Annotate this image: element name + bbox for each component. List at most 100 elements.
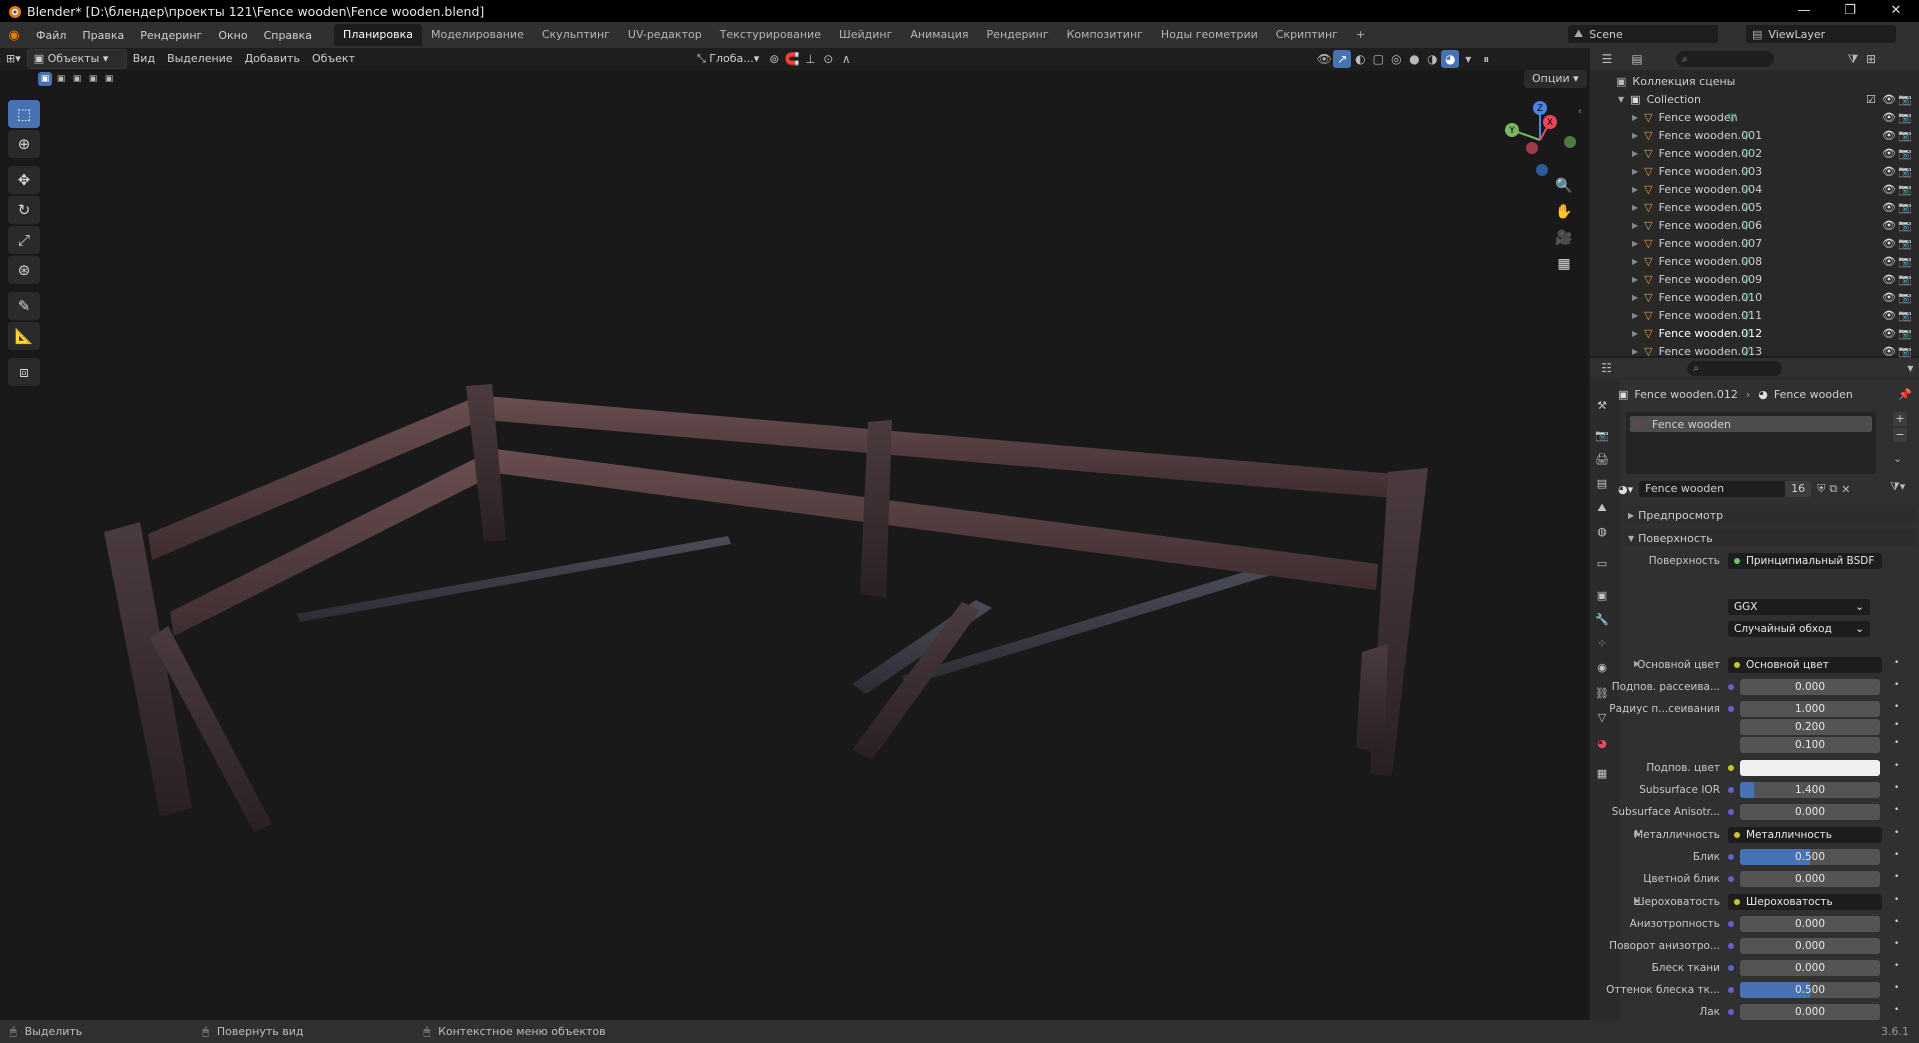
- world-tab-icon[interactable]: ◍: [1594, 524, 1610, 540]
- expand-link-icon[interactable]: ▶: [1634, 829, 1640, 838]
- outliner-object-row[interactable]: ▶ ▽ Fence wooden.006 ▽ 👁 📷: [1590, 216, 1919, 234]
- shading-wireframe-icon[interactable]: ◎: [1387, 50, 1405, 68]
- properties-editor-type-icon[interactable]: ☷: [1598, 359, 1615, 377]
- outliner-object-row[interactable]: ▶ ▽ Fence wooden.007 ▽ 👁 📷: [1590, 234, 1919, 252]
- node-link-icon[interactable]: ⧩▾: [1890, 480, 1905, 494]
- numeric-slider[interactable]: 0.000: [1740, 679, 1880, 695]
- shading-material-icon[interactable]: ◑: [1423, 50, 1441, 68]
- keyframe-dot-icon[interactable]: •: [1894, 783, 1899, 793]
- shading-solid-icon[interactable]: ●: [1405, 50, 1423, 68]
- visibility-eye-icon[interactable]: 👁: [1882, 237, 1896, 250]
- menu-object[interactable]: Объект: [306, 50, 361, 68]
- collection-render-icon[interactable]: 📷: [1898, 93, 1912, 106]
- cursor-tool[interactable]: ⊕: [8, 130, 40, 158]
- sidebar-toggle-icon[interactable]: ‹: [1578, 106, 1582, 117]
- tab-animation[interactable]: Анимация: [901, 24, 977, 46]
- expand-arrow-icon[interactable]: ▶: [1632, 239, 1638, 248]
- expand-arrow-icon[interactable]: ▶: [1632, 221, 1638, 230]
- numeric-slider[interactable]: 1.400: [1740, 782, 1880, 798]
- numeric-slider[interactable]: 0.000: [1740, 938, 1880, 954]
- keyframe-dot-icon[interactable]: •: [1894, 1005, 1899, 1015]
- unlink-material-icon[interactable]: ✕: [1841, 483, 1850, 496]
- duplicate-material-icon[interactable]: ⧉: [1829, 482, 1837, 496]
- outliner-object-row[interactable]: ▶ ▽ Fence wooden.003 ▽ 👁 📷: [1590, 162, 1919, 180]
- outliner-object-row[interactable]: ▶ ▽ Fence wooden.001 ▽ 👁 📷: [1590, 126, 1919, 144]
- visibility-eye-icon[interactable]: 👁: [1882, 273, 1896, 286]
- expand-link-icon[interactable]: ▶: [1634, 896, 1640, 905]
- properties-options-icon[interactable]: ▾: [1902, 359, 1919, 377]
- keyframe-dot-icon[interactable]: •: [1894, 805, 1899, 815]
- rotate-tool[interactable]: ↻: [8, 196, 40, 224]
- scene-selector[interactable]: ⛰ Scene: [1568, 25, 1718, 43]
- expand-arrow-icon[interactable]: ▶: [1632, 257, 1638, 266]
- expand-arrow-icon[interactable]: ▶: [1632, 347, 1638, 356]
- 3d-viewport[interactable]: ▣ ▣ ▣ ▣ ▣ Опции ▾ ⬚ ⊕ ✥ ↻ ⤢ ⊛ ✎ 📐 ⧈ Z Y …: [0, 70, 1588, 1020]
- tab-geometry-nodes[interactable]: Ноды геометрии: [1152, 24, 1267, 46]
- render-camera-icon[interactable]: 📷: [1898, 255, 1912, 268]
- filter-icon[interactable]: ⧩: [1844, 50, 1862, 68]
- visibility-eye-icon[interactable]: 👁: [1882, 255, 1896, 268]
- overlay-toggle-icon[interactable]: ◐: [1351, 50, 1369, 68]
- gizmo-neg-z[interactable]: [1536, 164, 1548, 176]
- visibility-eye-icon[interactable]: 👁: [1882, 327, 1896, 340]
- navigation-gizmo[interactable]: Z Y X: [1500, 100, 1580, 180]
- numeric-slider[interactable]: 0.500: [1740, 982, 1880, 998]
- surface-panel-header[interactable]: ▼ Поверхность: [1624, 529, 1916, 547]
- render-camera-icon[interactable]: 📷: [1898, 165, 1912, 178]
- keyframe-dot-icon[interactable]: •: [1894, 961, 1899, 971]
- material-slot-row[interactable]: Fence wooden: [1630, 416, 1872, 432]
- move-tool[interactable]: ✥: [8, 166, 40, 194]
- editor-type-button[interactable]: ⊞▾: [0, 50, 27, 68]
- pivot-icon[interactable]: ⊚: [765, 50, 783, 68]
- select-box-tool[interactable]: ⬚: [8, 100, 40, 128]
- shading-options-icon[interactable]: ▾: [1459, 50, 1477, 68]
- ortho-grid-icon[interactable]: ▦: [1552, 252, 1576, 276]
- tab-layout[interactable]: Планировка: [334, 24, 423, 46]
- user-count-badge[interactable]: 16: [1785, 481, 1812, 497]
- display-mode-icon[interactable]: ▤: [1628, 50, 1646, 68]
- expand-arrow-icon[interactable]: ▶: [1632, 329, 1638, 338]
- menu-select[interactable]: Выделение: [161, 50, 239, 68]
- render-camera-icon[interactable]: 📷: [1898, 219, 1912, 232]
- output-tab-icon[interactable]: 🖨: [1594, 452, 1610, 468]
- linked-input-field[interactable]: Шероховатость: [1728, 894, 1882, 910]
- fence-brace-right[interactable]: [1356, 644, 1388, 754]
- keyframe-dot-icon[interactable]: •: [1894, 895, 1899, 905]
- remove-slot-button[interactable]: −: [1893, 428, 1907, 442]
- expand-arrow-icon[interactable]: ▶: [1632, 131, 1638, 140]
- proportional-edit-icon[interactable]: ⊙: [819, 50, 837, 68]
- material-tab-icon[interactable]: ◕: [1594, 736, 1610, 752]
- render-camera-icon[interactable]: 📷: [1898, 111, 1912, 124]
- mode-selector[interactable]: ▣ Объекты ▾: [26, 49, 127, 69]
- menu-file[interactable]: Файл: [28, 29, 74, 42]
- tab-scripting[interactable]: Скриптинг: [1267, 24, 1347, 46]
- menu-add[interactable]: Добавить: [239, 50, 306, 68]
- keyframe-dot-icon[interactable]: •: [1894, 658, 1899, 668]
- zoom-icon[interactable]: 🔍: [1552, 174, 1576, 198]
- pin-icon[interactable]: 📌: [1898, 388, 1912, 401]
- numeric-slider[interactable]: 0.200: [1740, 719, 1880, 735]
- visibility-eye-icon[interactable]: 👁: [1882, 201, 1896, 214]
- render-camera-icon[interactable]: 📷: [1898, 273, 1912, 286]
- outliner-object-row[interactable]: ▶ ▽ Fence wooden.002 ▽ 👁 📷: [1590, 144, 1919, 162]
- surface-shader-field[interactable]: Принципиальный BSDF: [1728, 553, 1882, 569]
- fence-plank-ground-left[interactable]: [296, 536, 731, 622]
- material-name-field[interactable]: Fence wooden: [1639, 481, 1786, 497]
- snap-icon[interactable]: 🧲: [783, 50, 801, 68]
- expand-arrow-icon[interactable]: ▶: [1632, 149, 1638, 158]
- numeric-slider[interactable]: 1.000: [1740, 701, 1880, 717]
- view-layer-tab-icon[interactable]: ▤: [1594, 476, 1610, 492]
- expand-arrow-icon[interactable]: ▶: [1632, 167, 1638, 176]
- numeric-slider[interactable]: 0.100: [1740, 737, 1880, 753]
- expand-link-icon[interactable]: ▶: [1634, 659, 1640, 668]
- minimize-button[interactable]: —: [1781, 0, 1827, 22]
- expand-arrow-icon[interactable]: ▶: [1632, 113, 1638, 122]
- preview-panel-header[interactable]: ▶ Предпросмотр: [1624, 506, 1916, 524]
- render-camera-icon[interactable]: 📷: [1898, 327, 1912, 340]
- distribution-dropdown[interactable]: GGX ⌄: [1728, 599, 1870, 615]
- color-swatch[interactable]: [1740, 760, 1880, 776]
- transform-tool[interactable]: ⊛: [8, 256, 40, 284]
- physics-tab-icon[interactable]: ◉: [1594, 660, 1610, 676]
- particles-tab-icon[interactable]: ⁘: [1594, 636, 1610, 652]
- visibility-eye-icon[interactable]: 👁: [1882, 111, 1896, 124]
